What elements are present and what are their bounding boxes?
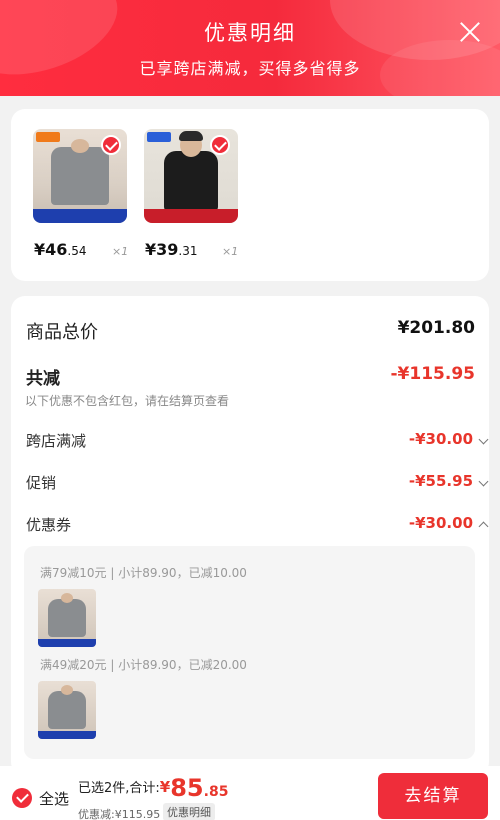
line-value: -¥30.00: [408, 514, 473, 532]
promo-ribbon: [38, 731, 96, 739]
page-title: 优惠明细: [204, 21, 296, 45]
product-thumbnail[interactable]: [144, 129, 238, 223]
coupon-item-thumbnail: [38, 681, 96, 739]
item-quantity: ×1: [112, 245, 129, 258]
chevron-up-icon[interactable]: [478, 521, 489, 532]
line-label: 跨店满减: [26, 432, 87, 450]
item-quantity: ×1: [222, 245, 239, 258]
model-hair: [179, 131, 203, 141]
coupon-detail-text: 满79减10元 | 小计89.90，已减10.00: [40, 566, 247, 580]
line-value: -¥55.95: [408, 472, 473, 490]
item-price: ¥39.31: [145, 240, 198, 259]
selected-check-icon[interactable]: [101, 135, 121, 155]
selected-items-card: ¥46.54 ×1 ¥39.31 ×1: [11, 109, 489, 281]
chevron-down-icon[interactable]: [478, 476, 489, 487]
total-decimal: .85: [203, 784, 229, 800]
checkout-bar: 全选 已选2件,合计:¥85.85 优惠减:¥115.95 优惠明细 去结算: [0, 766, 500, 820]
chevron-down-icon[interactable]: [478, 434, 489, 445]
promo-tag: [36, 132, 60, 142]
coupon-item-thumbnail: [38, 589, 96, 647]
total-prefix: 已选2件,合计:: [78, 781, 160, 796]
promo-tag: [147, 132, 171, 142]
total-value: ¥201.80: [397, 318, 475, 338]
selected-check-icon[interactable]: [210, 135, 230, 155]
close-icon[interactable]: [458, 20, 482, 44]
product-image: [164, 151, 218, 211]
promo-ribbon: [33, 209, 127, 223]
total-integer: 85: [170, 774, 204, 802]
product-image: [48, 685, 86, 729]
checkout-button[interactable]: 去结算: [378, 773, 488, 819]
line-label: 优惠券: [26, 516, 72, 534]
discount-summary-card: 商品总价 ¥201.80 共减 -¥115.95 以下优惠不包含红包，请在结算页…: [11, 296, 489, 776]
header-banner: 优惠明细 已享跨店满减，买得多省得多: [0, 0, 500, 96]
total-summary: 已选2件,合计:¥85.85: [78, 774, 228, 802]
reduce-label: 共减: [26, 369, 60, 389]
line-label: 促销: [26, 474, 57, 492]
select-all-check-icon[interactable]: [12, 788, 32, 808]
discount-detail-button[interactable]: 优惠明细: [163, 803, 215, 820]
item-price: ¥46.54: [34, 240, 87, 259]
product-image: [48, 593, 86, 637]
footer-reduce-text: 优惠减:¥115.95: [78, 808, 161, 820]
currency-symbol: ¥: [159, 778, 171, 796]
promo-ribbon: [144, 209, 238, 223]
discount-note: 以下优惠不包含红包，请在结算页查看: [25, 394, 230, 408]
coupon-detail-panel: 满79减10元 | 小计89.90，已减10.00 满49减20元 | 小计89…: [24, 546, 475, 759]
coupon-detail-text: 满49减20元 | 小计89.90，已减20.00: [40, 658, 247, 672]
product-image: [51, 139, 109, 205]
select-all-label[interactable]: 全选: [39, 788, 69, 809]
reduce-value: -¥115.95: [390, 364, 476, 384]
line-value: -¥30.00: [408, 430, 473, 448]
total-label: 商品总价: [26, 322, 98, 343]
page-subtitle: 已享跨店满减，买得多省得多: [139, 59, 361, 78]
product-thumbnail[interactable]: [33, 129, 127, 223]
promo-ribbon: [38, 639, 96, 647]
